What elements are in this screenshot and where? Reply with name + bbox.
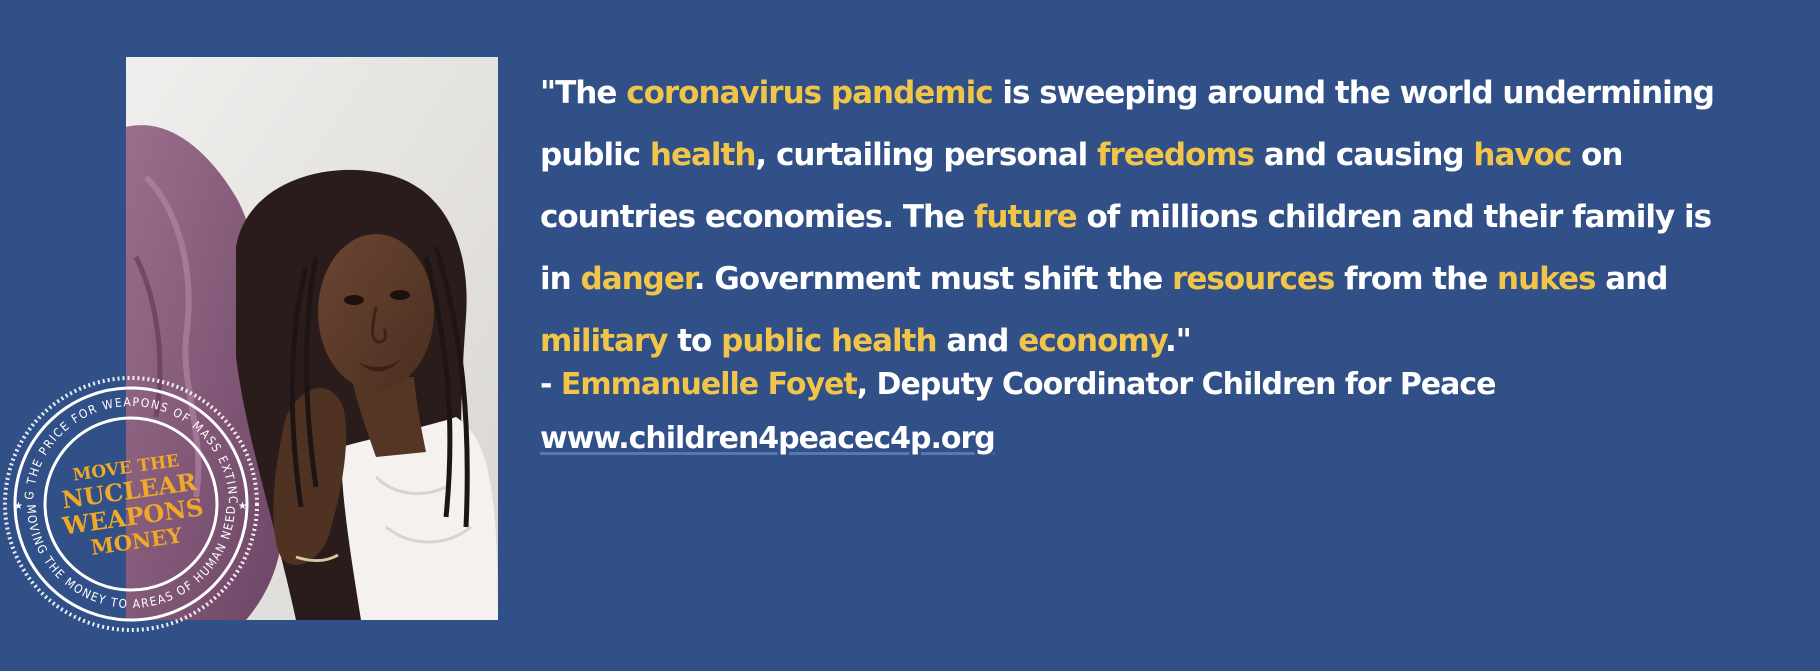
quote-plain: to xyxy=(667,323,722,359)
quote-highlight: public health xyxy=(721,323,937,359)
quote-plain: ." xyxy=(1165,323,1192,359)
credit-line: - Emmanuelle Foyet, Deputy Coordinator C… xyxy=(540,358,1497,412)
quote-plain: and xyxy=(936,323,1019,359)
quote-plain: . Government must shift the xyxy=(693,261,1173,297)
nuclear-weapons-money-stamp: PAYING THE PRICE FOR WEAPONS OF MASS EXT… xyxy=(0,362,262,635)
quote-plain: The xyxy=(555,75,627,111)
quote-highlight: coronavirus pandemic xyxy=(626,75,993,111)
quote-plain: , curtailing personal xyxy=(755,137,1098,173)
quote-highlight: freedoms xyxy=(1097,137,1255,173)
quote-plain: from the xyxy=(1334,261,1498,297)
credit-name: Emmanuelle Foyet xyxy=(560,367,858,402)
quote-highlight: havoc xyxy=(1473,137,1572,173)
quote-highlight: nukes xyxy=(1497,261,1596,297)
stamp-star-left-icon: ★ xyxy=(14,501,23,512)
quote-plain: and xyxy=(1595,261,1668,297)
quote-open-mark: " xyxy=(540,75,556,111)
quote-plain: and causing xyxy=(1254,137,1474,173)
stamp-star-right-icon: ★ xyxy=(238,501,247,512)
quote-highlight: danger xyxy=(580,261,695,297)
quote-highlight: health xyxy=(649,137,757,173)
credit-dash: - xyxy=(540,367,561,402)
credit-block: - Emmanuelle Foyet, Deputy Coordinator C… xyxy=(540,358,1497,466)
quote-text: "The coronavirus pandemic is sweeping ar… xyxy=(540,62,1740,372)
website-link[interactable]: www.children4peacec4p.org xyxy=(540,412,1496,466)
credit-role: , Deputy Coordinator Children for Peace xyxy=(856,367,1497,402)
quote-highlight: future xyxy=(973,199,1078,235)
quote-highlight: military xyxy=(540,323,668,359)
quote-segments: The coronavirus pandemic is sweeping aro… xyxy=(540,75,1715,359)
quote-highlight: resources xyxy=(1172,261,1335,297)
quote-highlight: economy xyxy=(1018,323,1166,359)
stamp-graphic: PAYING THE PRICE FOR WEAPONS OF MASS EXT… xyxy=(0,362,259,632)
